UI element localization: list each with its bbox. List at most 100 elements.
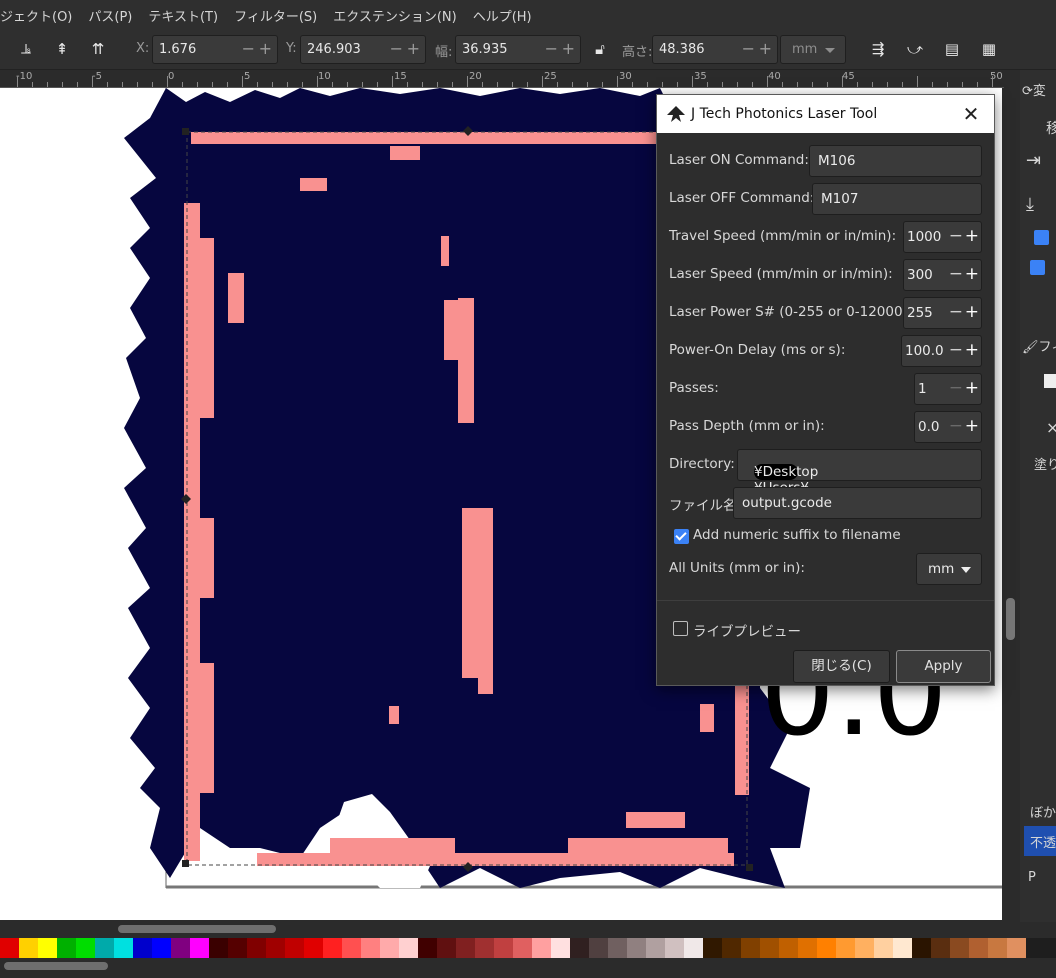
color-swatch[interactable] [627,938,646,958]
dock-move-tab[interactable]: 移 [1046,118,1056,138]
dock-tab-transform[interactable]: ⟳変 [1022,80,1046,99]
color-swatch[interactable] [874,938,893,958]
color-swatch[interactable] [570,938,589,958]
color-swatch[interactable] [437,938,456,958]
laser-on-input[interactable]: M106 [809,145,982,177]
color-swatch[interactable] [855,938,874,958]
color-swatch[interactable] [399,938,418,958]
pink-fragment[interactable] [462,508,478,678]
color-swatch[interactable] [57,938,76,958]
close-icon[interactable]: × [1046,418,1056,437]
pass-depth-spinner[interactable]: 0.0− + [914,411,982,443]
color-swatch[interactable] [209,938,228,958]
decrement-button[interactable]: − [949,416,963,436]
suffix-label[interactable]: Add numeric suffix to filename [693,527,901,543]
laser-off-input[interactable]: M107 [812,183,982,215]
x-decrement-button[interactable]: − [242,39,255,58]
color-swatch[interactable] [171,938,190,958]
pink-fragment[interactable] [458,298,474,423]
y-increment-button[interactable]: + [407,39,420,58]
color-swatch[interactable] [285,938,304,958]
pink-bar[interactable] [257,853,734,866]
menu-filters[interactable]: フィルター(S) [226,6,325,25]
palette-scroll-thumb[interactable] [4,962,108,970]
y-decrement-button[interactable]: − [390,39,403,58]
move-patterns-icon[interactable]: ▦ [979,39,999,59]
pink-fragment[interactable] [200,663,214,793]
directory-input[interactable]: C:¥Users¥¥Desktop [737,449,982,496]
passes-spinner[interactable]: 1− + [914,373,982,405]
color-swatch[interactable] [703,938,722,958]
color-swatch[interactable] [589,938,608,958]
color-swatch[interactable] [114,938,133,958]
color-swatch[interactable] [361,938,380,958]
scrollbar-thumb[interactable] [118,925,276,933]
color-swatch[interactable] [760,938,779,958]
filename-input[interactable]: output.gcode [733,487,982,519]
color-swatch[interactable] [969,938,988,958]
pink-fragment[interactable] [700,704,714,732]
pink-fragment[interactable] [478,508,493,694]
color-swatch[interactable] [646,938,665,958]
move-gradients-icon[interactable]: ▤ [942,39,962,59]
menu-help[interactable]: ヘルプ(H) [465,6,540,25]
increment-button[interactable]: + [965,302,979,322]
color-swatch[interactable] [931,938,950,958]
raise-icon[interactable]: ⇞ [52,39,72,59]
decrement-button[interactable]: − [949,340,963,360]
color-swatch[interactable] [342,938,361,958]
pink-bar[interactable] [191,132,659,144]
x-increment-button[interactable]: + [259,39,272,58]
color-swatch[interactable] [456,938,475,958]
laser-speed-spinner[interactable]: 300− + [903,259,982,291]
increment-button[interactable]: + [965,416,979,436]
color-swatch[interactable] [988,938,1007,958]
color-swatch[interactable] [0,938,19,958]
live-preview-label[interactable]: ライブプレビュー [693,620,801,640]
pink-fragment[interactable] [389,706,399,724]
pink-fragment[interactable] [228,273,244,323]
color-swatch[interactable] [912,938,931,958]
color-swatch[interactable] [551,938,570,958]
x-field[interactable]: 1.676 − + [152,35,278,64]
height-increment-button[interactable]: + [759,39,772,58]
resize-handle[interactable] [746,864,753,871]
pink-fragment[interactable] [200,238,214,418]
color-swatch[interactable] [513,938,532,958]
color-swatch[interactable] [380,938,399,958]
decrement-button[interactable]: − [949,378,963,398]
pink-fragment[interactable] [568,838,728,854]
color-swatch[interactable] [247,938,266,958]
color-swatch[interactable] [836,938,855,958]
color-swatch[interactable] [817,938,836,958]
decrement-button[interactable]: − [949,264,963,284]
color-swatch[interactable] [475,938,494,958]
increment-button[interactable]: + [965,378,979,398]
dock-swatch[interactable] [1044,374,1056,388]
height-field[interactable]: 48.386 − + [652,35,778,64]
color-swatch[interactable] [779,938,798,958]
units-select[interactable]: mm [916,553,982,585]
color-swatch[interactable] [798,938,817,958]
dialog-titlebar[interactable]: J Tech Photonics Laser Tool ✕ [657,95,994,133]
color-swatch[interactable] [76,938,95,958]
color-swatch[interactable] [38,938,57,958]
color-swatch[interactable] [266,938,285,958]
color-swatch[interactable] [133,938,152,958]
color-swatch[interactable] [893,938,912,958]
color-swatch[interactable] [228,938,247,958]
pink-fragment[interactable] [626,812,685,828]
pink-fragment[interactable] [200,518,214,598]
menu-text[interactable]: テキスト(T) [140,6,226,25]
horizontal-ruler[interactable]: -10 -5 0 5 10 15 20 25 30 35 40 45 50 [0,70,1004,88]
menu-object[interactable]: ジェクト(O) [0,6,80,25]
color-swatch[interactable] [323,938,342,958]
color-swatch[interactable] [95,938,114,958]
scrollbar-thumb[interactable] [1006,598,1015,640]
width-field[interactable]: 36.935 − + [455,35,581,64]
color-swatch[interactable] [1007,938,1026,958]
travel-speed-spinner[interactable]: 1000− + [903,221,982,253]
apply-button[interactable]: Apply [896,650,991,683]
color-swatch[interactable] [950,938,969,958]
suffix-checkbox[interactable] [674,529,689,544]
